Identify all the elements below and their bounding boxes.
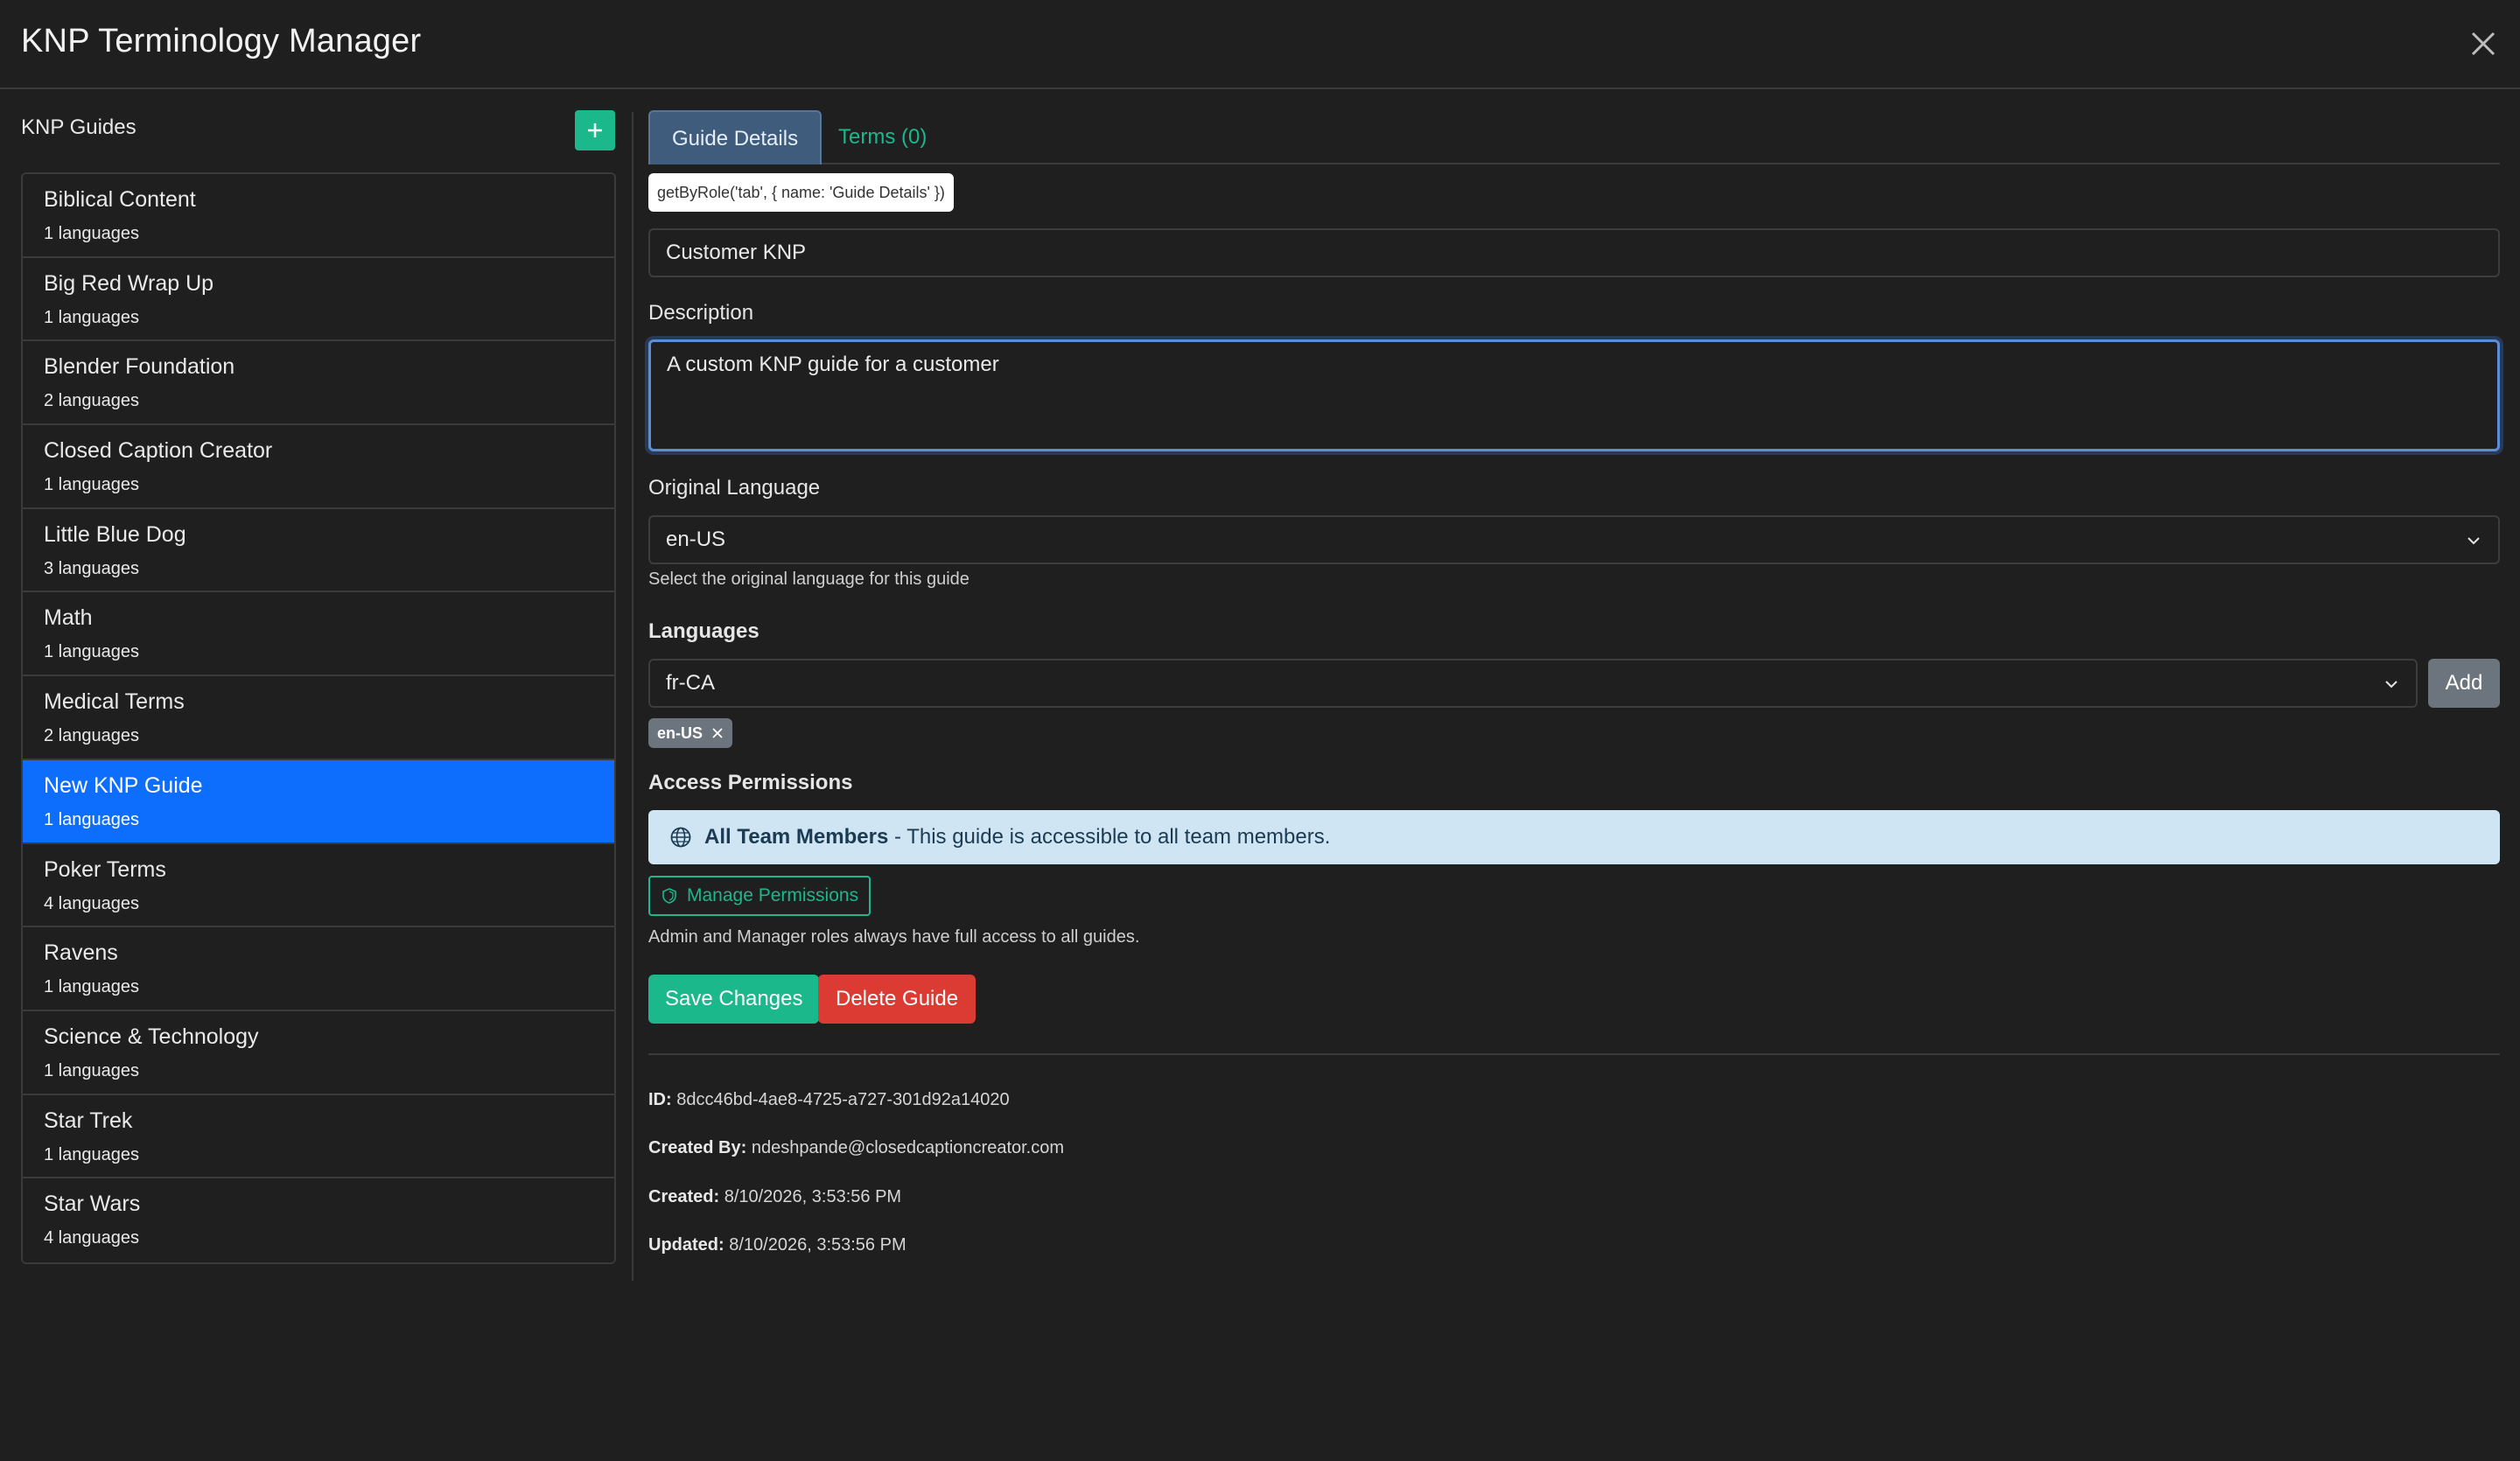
guide-item-selected[interactable]: New KNP Guide 1 languages	[23, 759, 614, 844]
guide-item[interactable]: Poker Terms 4 languages	[23, 843, 614, 928]
guide-name: Blender Foundation	[44, 354, 235, 380]
guide-name: New KNP Guide	[44, 772, 203, 798]
guide-item[interactable]: Blender Foundation 2 languages	[23, 341, 614, 426]
chevron-down-icon	[2468, 537, 2480, 545]
guide-name: Big Red Wrap Up	[44, 270, 214, 296]
tab-guide-details[interactable]: Guide Details	[648, 110, 822, 164]
guide-list: Biblical Content 1 languages Big Red Wra…	[21, 172, 616, 1264]
guide-item[interactable]: Science & Technology 1 languages	[23, 1010, 614, 1095]
original-language-select[interactable]: en-US	[648, 515, 2500, 564]
guide-language-count: 1 languages	[44, 475, 139, 495]
delete-guide-button[interactable]: Delete Guide	[818, 975, 976, 1024]
tab-terms[interactable]: Terms (0)	[816, 110, 948, 164]
meta-created-by: Created By: ndeshpande@closedcaptioncrea…	[648, 1138, 1065, 1157]
meta-created: Created: 8/10/2026, 3:53:56 PM	[648, 1187, 902, 1206]
guide-language-count: 1 languages	[44, 977, 139, 997]
guide-name: Medical Terms	[44, 689, 185, 715]
description-textarea[interactable]: A custom KNP guide for a customer	[648, 339, 2500, 451]
guide-item[interactable]: Medical Terms 2 languages	[23, 676, 614, 760]
globe-icon	[670, 827, 691, 848]
guide-name-input[interactable]: Customer KNP	[648, 228, 2500, 277]
guide-language-count: 4 languages	[44, 893, 139, 913]
languages-select-value: fr-CA	[666, 671, 715, 695]
guide-language-count: 1 languages	[44, 809, 139, 829]
save-changes-button[interactable]: Save Changes	[648, 975, 820, 1024]
locator-tooltip: getByRole('tab', { name: 'Guide Details'…	[648, 173, 954, 212]
original-language-value: en-US	[666, 528, 726, 551]
panel-divider	[632, 112, 634, 1281]
guide-name: Poker Terms	[44, 856, 166, 882]
guide-language-count: 3 languages	[44, 558, 139, 578]
manage-permissions-label: Manage Permissions	[687, 885, 859, 905]
guide-item[interactable]: Ravens 1 languages	[23, 927, 614, 1011]
guide-item[interactable]: Star Wars 4 languages	[23, 1178, 614, 1262]
guide-language-count: 1 languages	[44, 1060, 139, 1080]
original-language-label: Original Language	[648, 476, 821, 500]
guide-name: Star Wars	[44, 1192, 141, 1217]
access-description: - This guide is accessible to all team m…	[888, 825, 1331, 849]
page-title: KNP Terminology Manager	[21, 23, 422, 59]
guide-name: Closed Caption Creator	[44, 438, 273, 464]
guide-name: Math	[44, 605, 93, 631]
guide-item[interactable]: Big Red Wrap Up 1 languages	[23, 257, 614, 342]
meta-updated: Updated: 8/10/2026, 3:53:56 PM	[648, 1235, 906, 1255]
guide-language-count: 2 languages	[44, 391, 139, 411]
guide-language-count: 4 languages	[44, 1228, 139, 1248]
add-language-button[interactable]: Add	[2428, 659, 2500, 708]
guide-name: Science & Technology	[44, 1024, 259, 1049]
guide-item[interactable]: Little Blue Dog 3 languages	[23, 508, 614, 593]
access-info-banner: All Team Members - This guide is accessi…	[648, 810, 2500, 864]
access-permissions-label: Access Permissions	[648, 771, 853, 794]
languages-label: Languages	[648, 619, 760, 643]
guide-name: Star Trek	[44, 1108, 133, 1133]
guide-language-count: 1 languages	[44, 224, 139, 243]
language-chip-label: en-US	[657, 724, 704, 742]
close-icon[interactable]	[2466, 26, 2501, 61]
tab-bar: Guide Details Terms (0)	[648, 110, 2500, 164]
guide-name: Ravens	[44, 940, 118, 966]
language-chip: en-US	[648, 718, 733, 748]
shield-icon	[662, 888, 676, 904]
languages-select[interactable]: fr-CA	[648, 659, 2418, 708]
guide-language-count: 2 languages	[44, 726, 139, 746]
add-guide-button[interactable]	[575, 110, 615, 150]
guide-item[interactable]: Math 1 languages	[23, 592, 614, 677]
manage-permissions-button[interactable]: Manage Permissions	[648, 876, 872, 916]
header: KNP Terminology Manager	[0, 0, 2520, 89]
guide-item[interactable]: Closed Caption Creator 1 languages	[23, 425, 614, 509]
guide-language-count: 1 languages	[44, 307, 139, 327]
chevron-down-icon	[2385, 681, 2398, 689]
guide-item[interactable]: Star Trek 1 languages	[23, 1094, 614, 1179]
admin-note: Admin and Manager roles always have full…	[648, 927, 1140, 947]
guide-name: Biblical Content	[44, 187, 196, 212]
guide-language-count: 1 languages	[44, 1144, 139, 1164]
access-strong-text: All Team Members	[704, 825, 889, 849]
original-language-help: Select the original language for this gu…	[648, 570, 970, 589]
terminology-manager-window: KNP Terminology Manager KNP Guides Bibli…	[0, 0, 2520, 1461]
guide-name: Little Blue Dog	[44, 521, 186, 547]
guide-language-count: 1 languages	[44, 642, 139, 662]
guides-title: KNP Guides	[21, 115, 136, 139]
section-divider	[648, 1053, 2500, 1055]
guide-item[interactable]: Biblical Content 1 languages	[23, 174, 614, 258]
close-icon[interactable]	[711, 727, 724, 739]
meta-id: ID: 8dcc46bd-4ae8-4725-a727-301d92a14020	[648, 1090, 1010, 1109]
description-label: Description	[648, 301, 754, 325]
plus-icon	[588, 123, 602, 137]
